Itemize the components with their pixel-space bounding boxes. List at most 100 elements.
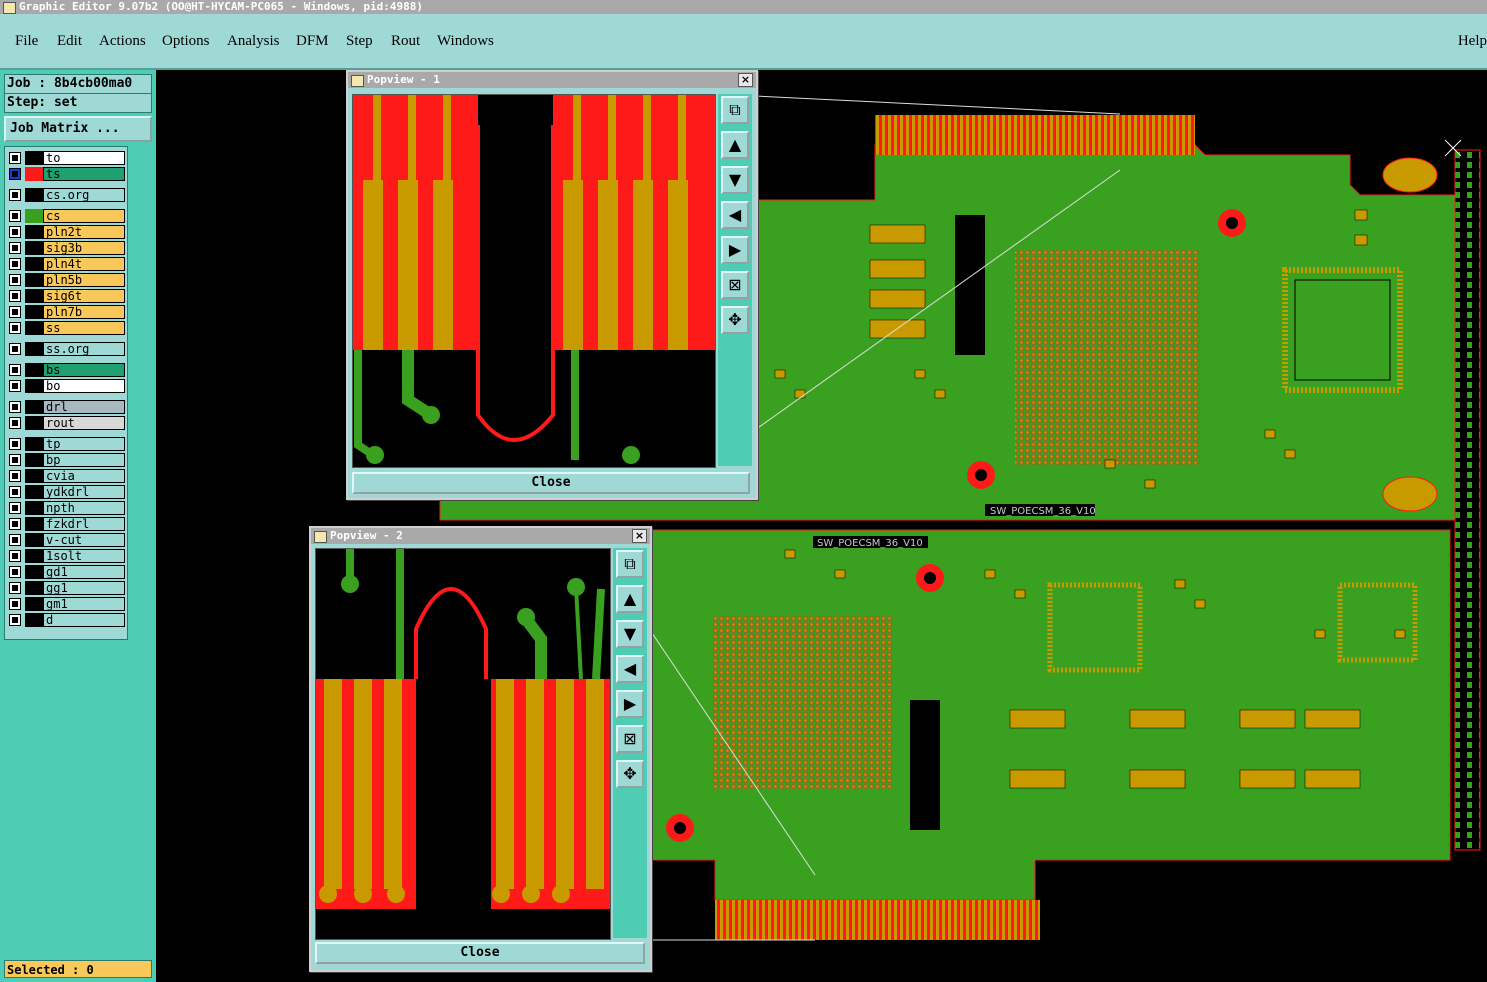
layer-color-swatch[interactable] bbox=[25, 517, 43, 531]
layer-checkbox[interactable] bbox=[9, 417, 21, 429]
layer-checkbox[interactable] bbox=[9, 210, 21, 222]
layer-name[interactable]: sig3b bbox=[43, 241, 125, 255]
layer-color-swatch[interactable] bbox=[25, 597, 43, 611]
layer-color-swatch[interactable] bbox=[25, 225, 43, 239]
layer-row-gm1[interactable]: gm1 bbox=[7, 597, 125, 611]
layer-name[interactable]: gd1 bbox=[43, 565, 125, 579]
layer-row-ss.org[interactable]: ss.org bbox=[7, 342, 125, 356]
popview-1-canvas[interactable] bbox=[352, 94, 716, 468]
layer-row-v-cut[interactable]: v-cut bbox=[7, 533, 125, 547]
popview-2-titlebar[interactable]: Popview - 2 × bbox=[311, 528, 650, 544]
layer-row-gg1[interactable]: gg1 bbox=[7, 581, 125, 595]
layer-checkbox[interactable] bbox=[9, 343, 21, 355]
layer-color-swatch[interactable] bbox=[25, 257, 43, 271]
layer-name[interactable]: npth bbox=[43, 501, 125, 515]
layer-row-to[interactable]: to bbox=[7, 151, 125, 165]
layer-row-sig6t[interactable]: sig6t bbox=[7, 289, 125, 303]
menu-rout[interactable]: Rout bbox=[391, 33, 420, 50]
layer-row-cs[interactable]: cs bbox=[7, 209, 125, 223]
layer-checkbox[interactable] bbox=[9, 258, 21, 270]
pan-right-icon[interactable]: ▶ bbox=[616, 690, 644, 718]
zoom-in-icon[interactable]: ⊠ bbox=[616, 725, 644, 753]
layer-name[interactable]: v-cut bbox=[43, 533, 125, 547]
layer-checkbox[interactable] bbox=[9, 226, 21, 238]
layer-color-swatch[interactable] bbox=[25, 453, 43, 467]
menu-dfm[interactable]: DFM bbox=[296, 33, 329, 50]
zoom-window-icon[interactable]: ⧉ bbox=[721, 96, 749, 124]
layer-checkbox[interactable] bbox=[9, 550, 21, 562]
layer-color-swatch[interactable] bbox=[25, 581, 43, 595]
layer-row-pln4t[interactable]: pln4t bbox=[7, 257, 125, 271]
menu-help[interactable]: Help bbox=[1458, 33, 1487, 50]
layer-row-drl[interactable]: drl bbox=[7, 400, 125, 414]
layer-checkbox[interactable] bbox=[9, 322, 21, 334]
pan-left-icon[interactable]: ◀ bbox=[721, 201, 749, 229]
layer-color-swatch[interactable] bbox=[25, 400, 43, 414]
layer-checkbox[interactable] bbox=[9, 470, 21, 482]
layer-row-ts[interactable]: ts bbox=[7, 167, 125, 181]
layer-name[interactable]: d bbox=[43, 613, 125, 627]
layer-row-bp[interactable]: bp bbox=[7, 453, 125, 467]
pan-down-icon[interactable]: ▼ bbox=[616, 620, 644, 648]
layer-checkbox[interactable] bbox=[9, 274, 21, 286]
layer-row-pln2t[interactable]: pln2t bbox=[7, 225, 125, 239]
layer-color-swatch[interactable] bbox=[25, 416, 43, 430]
menu-edit[interactable]: Edit bbox=[57, 33, 82, 50]
layer-color-swatch[interactable] bbox=[25, 363, 43, 377]
layer-row-tp[interactable]: tp bbox=[7, 437, 125, 451]
layer-name[interactable]: fzkdrl bbox=[43, 517, 125, 531]
layer-color-swatch[interactable] bbox=[25, 321, 43, 335]
layer-color-swatch[interactable] bbox=[25, 565, 43, 579]
layer-name[interactable]: bo bbox=[43, 379, 125, 393]
layer-name[interactable]: cs.org bbox=[43, 188, 125, 202]
zoom-in-icon[interactable]: ⊠ bbox=[721, 271, 749, 299]
layer-row-cs.org[interactable]: cs.org bbox=[7, 188, 125, 202]
popview-2-close-button[interactable]: Close bbox=[315, 942, 645, 964]
layer-checkbox[interactable] bbox=[9, 534, 21, 546]
menu-analysis[interactable]: Analysis bbox=[227, 33, 280, 50]
zoom-fit-icon[interactable]: ✥ bbox=[616, 760, 644, 788]
layer-row-cvia[interactable]: cvia bbox=[7, 469, 125, 483]
layer-color-swatch[interactable] bbox=[25, 167, 43, 181]
pan-up-icon[interactable]: ▲ bbox=[721, 131, 749, 159]
layer-row-pln5b[interactable]: pln5b bbox=[7, 273, 125, 287]
layer-color-swatch[interactable] bbox=[25, 188, 43, 202]
layer-name[interactable]: sig6t bbox=[43, 289, 125, 303]
layer-color-swatch[interactable] bbox=[25, 273, 43, 287]
layer-name[interactable]: pln4t bbox=[43, 257, 125, 271]
layer-checkbox[interactable] bbox=[9, 598, 21, 610]
menu-actions[interactable]: Actions bbox=[99, 33, 146, 50]
pan-right-icon[interactable]: ▶ bbox=[721, 236, 749, 264]
layer-name[interactable]: ss.org bbox=[43, 342, 125, 356]
layer-row-rout[interactable]: rout bbox=[7, 416, 125, 430]
layer-checkbox[interactable] bbox=[9, 152, 21, 164]
layer-name[interactable]: cs bbox=[43, 209, 125, 223]
layer-checkbox[interactable] bbox=[9, 454, 21, 466]
layer-row-fzkdrl[interactable]: fzkdrl bbox=[7, 517, 125, 531]
menu-file[interactable]: File bbox=[15, 33, 38, 50]
layer-name[interactable]: bp bbox=[43, 453, 125, 467]
layer-name[interactable]: ts bbox=[43, 167, 125, 181]
layer-color-swatch[interactable] bbox=[25, 151, 43, 165]
layer-row-1solt[interactable]: 1solt bbox=[7, 549, 125, 563]
layer-color-swatch[interactable] bbox=[25, 437, 43, 451]
layer-name[interactable]: bs bbox=[43, 363, 125, 377]
layer-name[interactable]: rout bbox=[43, 416, 125, 430]
menu-step[interactable]: Step bbox=[346, 33, 373, 50]
layer-color-swatch[interactable] bbox=[25, 289, 43, 303]
layer-color-swatch[interactable] bbox=[25, 305, 43, 319]
close-icon[interactable]: × bbox=[738, 73, 753, 87]
layer-checkbox[interactable] bbox=[9, 306, 21, 318]
layer-checkbox[interactable] bbox=[9, 168, 21, 180]
pan-down-icon[interactable]: ▼ bbox=[721, 166, 749, 194]
layer-color-swatch[interactable] bbox=[25, 501, 43, 515]
layer-row-gd1[interactable]: gd1 bbox=[7, 565, 125, 579]
layer-checkbox[interactable] bbox=[9, 486, 21, 498]
layer-name[interactable]: tp bbox=[43, 437, 125, 451]
layer-row-bs[interactable]: bs bbox=[7, 363, 125, 377]
pan-left-icon[interactable]: ◀ bbox=[616, 655, 644, 683]
layer-color-swatch[interactable] bbox=[25, 241, 43, 255]
layer-color-swatch[interactable] bbox=[25, 549, 43, 563]
layer-name[interactable]: gm1 bbox=[43, 597, 125, 611]
layer-checkbox[interactable] bbox=[9, 614, 21, 626]
